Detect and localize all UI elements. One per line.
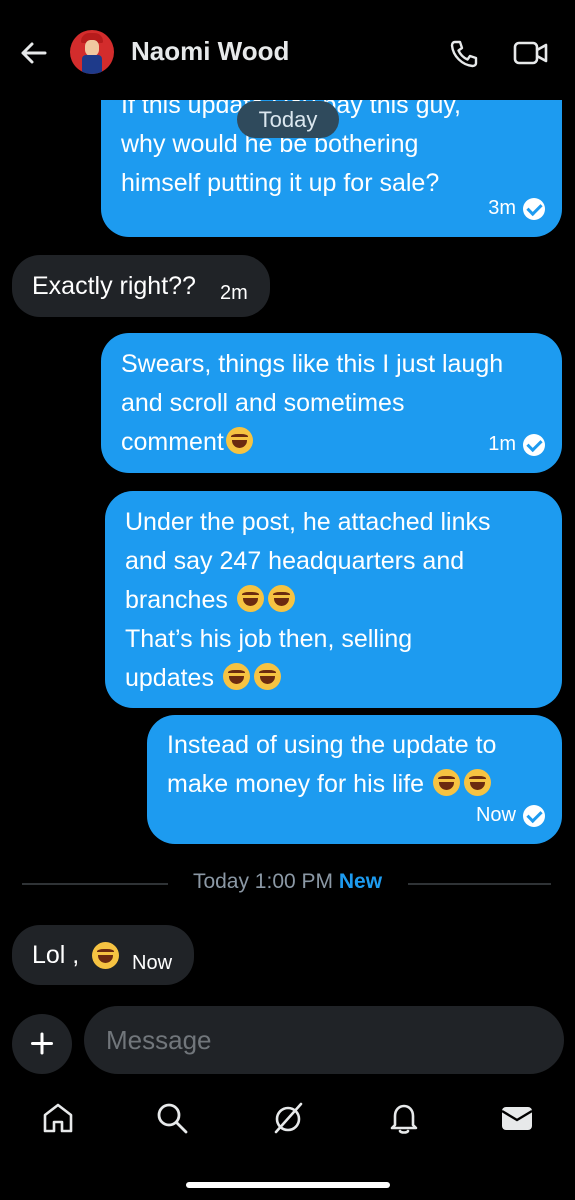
add-attachment-button[interactable] (12, 1014, 72, 1074)
home-icon[interactable] (40, 1100, 76, 1136)
message-time: Now (475, 804, 516, 826)
message-time: 2m (220, 282, 248, 304)
video-camera-icon[interactable] (513, 38, 549, 68)
face-with-tears-of-joy-icon (464, 769, 491, 796)
date-pill: Today (237, 101, 339, 138)
message-meta: 1m (488, 425, 545, 464)
new-label: New (338, 870, 383, 893)
message-time: Now (132, 952, 173, 974)
message-input[interactable] (84, 1006, 564, 1074)
message-line: That’s his job then, selling (125, 625, 413, 653)
arrow-left-icon[interactable] (18, 38, 48, 68)
message-line: make money for his life (167, 770, 425, 798)
home-indicator[interactable] (186, 1182, 390, 1188)
message-line: Instead of using the update to (167, 731, 497, 759)
message-bubble-incoming[interactable]: Lol , Now (12, 925, 194, 985)
read-check-icon (523, 433, 545, 456)
message-text: Exactly right?? (32, 272, 196, 300)
phone-icon[interactable] (448, 38, 480, 70)
face-with-tears-of-joy-icon (236, 585, 264, 612)
divider-timestamp: Today 1:00 PM (192, 870, 334, 893)
message-meta: 3m (488, 189, 545, 228)
message-bubble-incoming[interactable]: Exactly right?? 2m (12, 255, 270, 317)
notifications-bell-icon[interactable] (386, 1100, 422, 1136)
conversation-header: Naomi Wood (0, 0, 575, 100)
read-check-icon (523, 804, 545, 827)
messages-envelope-icon[interactable] (499, 1100, 535, 1136)
message-line: and say 247 headquarters and (125, 547, 465, 575)
grok-icon[interactable] (270, 1100, 306, 1136)
message-time: 3m (488, 197, 516, 219)
message-line: branches (125, 586, 228, 614)
message-bubble-outgoing[interactable]: Instead of using the update to make mone… (147, 715, 562, 844)
face-with-tears-of-joy-icon (433, 769, 460, 796)
read-check-icon (523, 197, 545, 220)
message-bubble-outgoing[interactable]: Under the post, he attached links and sa… (105, 491, 562, 708)
message-line: updates (125, 664, 214, 692)
face-with-tears-of-joy-icon (253, 663, 281, 690)
avatar[interactable] (70, 30, 114, 74)
face-with-tears-of-joy-icon (222, 663, 250, 690)
face-with-tears-of-joy-icon (225, 427, 253, 454)
message-bubble-outgoing[interactable]: Swears, things like this I just laugh an… (101, 333, 562, 473)
message-line: Under the post, he attached links (125, 508, 491, 536)
message-text: Lol , (32, 941, 80, 969)
search-icon[interactable] (154, 1100, 190, 1136)
message-meta: Now (476, 796, 545, 835)
unread-divider: Today 1:00 PM New (0, 870, 575, 894)
message-time: 1m (488, 433, 516, 455)
message-text: Swears, things like this I just laugh an… (121, 350, 504, 456)
grinning-squinting-face-icon (92, 942, 119, 969)
contact-name[interactable]: Naomi Wood (131, 36, 289, 67)
face-with-tears-of-joy-icon (267, 585, 295, 612)
